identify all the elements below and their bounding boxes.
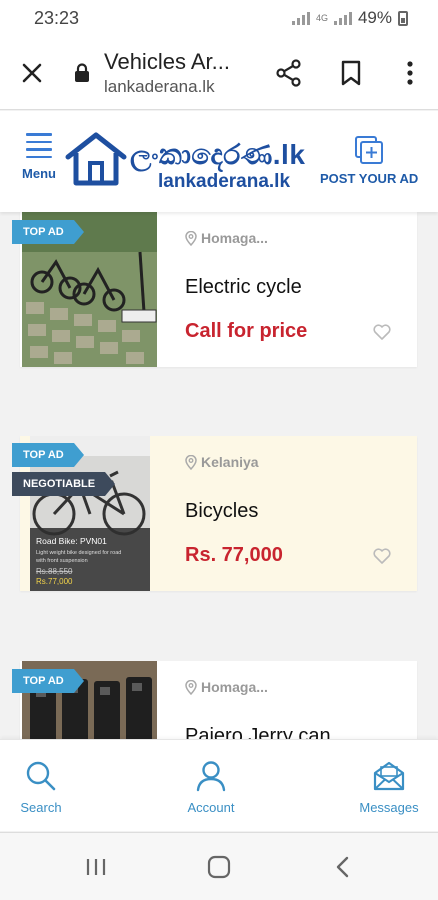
nav-messages-label: Messages bbox=[359, 800, 419, 815]
location-pin-icon bbox=[185, 454, 197, 470]
menu-button[interactable]: Menu bbox=[16, 133, 62, 181]
home-button[interactable] bbox=[189, 853, 249, 881]
ad-info: Kelaniya Bicycles Rs. 77,000 bbox=[185, 436, 417, 591]
top-ad-badge: TOP AD bbox=[12, 220, 84, 244]
ad-price: Call for price bbox=[185, 320, 308, 342]
negotiable-badge: NEGOTIABLE bbox=[12, 472, 116, 496]
ad-location-text: Homaga... bbox=[201, 679, 268, 695]
ad-price: Rs. 77,000 bbox=[185, 544, 283, 566]
signal-icon bbox=[333, 11, 352, 25]
photo-old-price: Rs.88,550 bbox=[36, 567, 73, 576]
ad-location-text: Homaga... bbox=[201, 230, 268, 246]
ad-location: Homaga... bbox=[185, 679, 268, 695]
share-icon bbox=[276, 58, 301, 87]
site-logo[interactable]: ලංකාදෙරණ.lk lankaderana.lk bbox=[64, 129, 316, 199]
house-logo-icon bbox=[65, 132, 127, 186]
back-icon bbox=[336, 856, 349, 878]
location-pin-icon bbox=[185, 230, 197, 246]
nav-messages[interactable]: Messages bbox=[344, 760, 434, 815]
ad-info: Homaga... Pajero Jerry can bbox=[185, 661, 417, 739]
ad-card[interactable]: Road Bike: PVN01 Light weight bike desig… bbox=[12, 436, 417, 591]
ad-card[interactable]: TOP AD Homaga... Electric cycle Call for… bbox=[12, 212, 417, 367]
ad-location-text: Kelaniya bbox=[201, 454, 259, 470]
home-icon bbox=[207, 855, 231, 879]
page-url: lankaderana.lk bbox=[104, 76, 215, 96]
logo-text: ලංකාදෙරණ.lk bbox=[130, 139, 306, 170]
close-tab-button[interactable] bbox=[0, 36, 64, 110]
battery-icon bbox=[398, 10, 408, 26]
nav-search[interactable]: Search bbox=[0, 760, 86, 815]
address-bar[interactable]: Vehicles Ar... lankaderana.lk bbox=[104, 49, 258, 97]
post-ad-icon bbox=[355, 136, 383, 164]
ad-location: Kelaniya bbox=[185, 454, 259, 470]
ad-card[interactable]: TOP AD Homaga... Pajero Jerry can bbox=[12, 661, 417, 739]
recent-apps-icon bbox=[86, 859, 106, 875]
system-navigation bbox=[0, 832, 438, 900]
more-options-button[interactable] bbox=[382, 36, 438, 110]
post-ad-button[interactable]: POST YOUR AD bbox=[320, 135, 418, 186]
ad-info: Homaga... Electric cycle Call for price bbox=[185, 212, 417, 367]
post-ad-label: POST YOUR AD bbox=[320, 171, 419, 186]
search-icon bbox=[26, 761, 56, 791]
ad-title[interactable]: Pajero Jerry can bbox=[185, 725, 331, 739]
status-bar: 23:23 4G 49% bbox=[0, 0, 438, 36]
photo-caption-desc: Light weight bike designed for road bbox=[36, 550, 121, 556]
photo-caption-desc-2: with front suspension bbox=[35, 558, 88, 564]
bookmark-icon bbox=[341, 60, 361, 85]
photo-caption-title: Road Bike: PVN01 bbox=[36, 536, 107, 546]
recent-apps-button[interactable] bbox=[66, 853, 126, 881]
battery-level: 49% bbox=[357, 8, 392, 27]
hamburger-icon bbox=[26, 133, 52, 158]
menu-label: Menu bbox=[22, 166, 56, 181]
nav-account[interactable]: Account bbox=[166, 760, 256, 815]
ad-title[interactable]: Electric cycle bbox=[185, 276, 302, 299]
ad-location: Homaga... bbox=[185, 230, 268, 246]
top-ad-badge: TOP AD bbox=[12, 443, 84, 467]
ad-title[interactable]: Bicycles bbox=[185, 500, 258, 523]
bookmark-button[interactable] bbox=[320, 36, 382, 110]
status-time: 23:23 bbox=[34, 7, 80, 28]
nav-search-label: Search bbox=[20, 800, 62, 815]
site-header: Menu ලංකාදෙරණ.lk lankaderana.lk POST YOU… bbox=[0, 111, 438, 212]
photo-new-price: Rs.77,000 bbox=[36, 577, 73, 586]
heart-icon[interactable] bbox=[373, 324, 391, 340]
status-indicators: 4G 49% bbox=[291, 8, 408, 28]
lock-icon bbox=[74, 62, 100, 83]
page-title: Vehicles Ar... bbox=[104, 48, 230, 74]
location-pin-icon bbox=[185, 679, 197, 695]
back-button[interactable] bbox=[312, 853, 372, 881]
signal-icon bbox=[291, 11, 310, 25]
heart-icon[interactable] bbox=[373, 548, 391, 564]
share-button[interactable] bbox=[258, 36, 320, 110]
envelope-icon bbox=[373, 761, 405, 791]
top-ad-badge: TOP AD bbox=[12, 669, 84, 693]
browser-toolbar: Vehicles Ar... lankaderana.lk bbox=[0, 36, 438, 110]
bottom-nav: Search Account Messages bbox=[0, 739, 438, 831]
logo-subtext: lankaderana.lk bbox=[158, 171, 291, 192]
more-vert-icon bbox=[407, 60, 413, 85]
account-icon bbox=[196, 761, 226, 792]
nav-account-label: Account bbox=[187, 800, 235, 815]
close-icon bbox=[22, 63, 42, 82]
ad-listing: TOP AD Homaga... Electric cycle Call for… bbox=[0, 212, 438, 739]
network-type: 4G bbox=[315, 13, 328, 23]
